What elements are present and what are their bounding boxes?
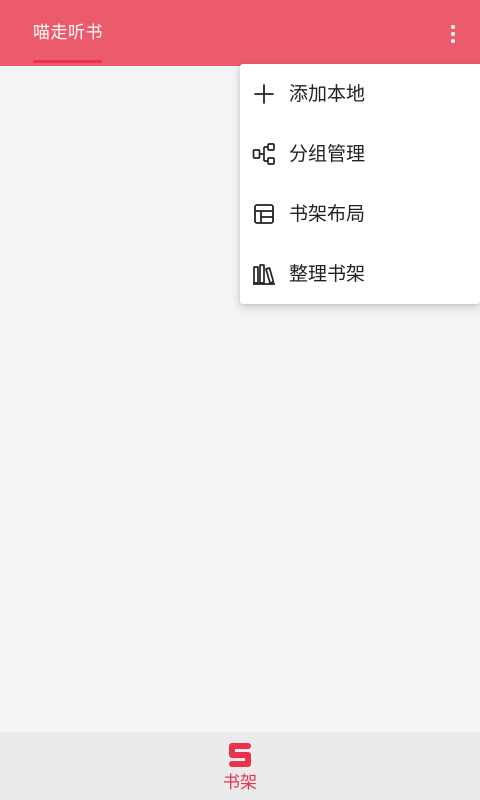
- menu-item-label: 书架布局: [289, 203, 366, 225]
- tab-title[interactable]: 喵走听书: [33, 20, 103, 46]
- layout-icon: [254, 204, 274, 224]
- menu-item-organize-shelf[interactable]: 整理书架: [240, 244, 480, 304]
- more-options-button[interactable]: [436, 18, 470, 50]
- overflow-menu: 添加本地 分组管理 书架布局 整理书架: [240, 64, 480, 304]
- menu-item-label: 添加本地: [289, 83, 366, 105]
- books-icon: [253, 264, 275, 285]
- menu-item-add-local[interactable]: 添加本地: [240, 64, 480, 124]
- bottom-navigation: 书架: [0, 732, 480, 800]
- top-bar: 喵走听书: [0, 0, 480, 66]
- plus-icon: [254, 84, 274, 104]
- app-screen: 喵走听书 添加本地 分组管理 书架布局 整理书架 书架: [0, 0, 480, 800]
- nav-item-bookshelf[interactable]: 书架: [210, 732, 270, 800]
- bookshelf-icon: [229, 743, 251, 767]
- menu-item-label: 整理书架: [289, 263, 366, 285]
- menu-item-shelf-layout[interactable]: 书架布局: [240, 184, 480, 244]
- tab-indicator: [33, 60, 102, 63]
- menu-item-label: 分组管理: [289, 143, 366, 165]
- group-tree-icon: [252, 143, 275, 165]
- menu-item-group-manage[interactable]: 分组管理: [240, 124, 480, 184]
- nav-item-label: 书架: [223, 773, 257, 793]
- more-vertical-icon: [451, 25, 455, 29]
